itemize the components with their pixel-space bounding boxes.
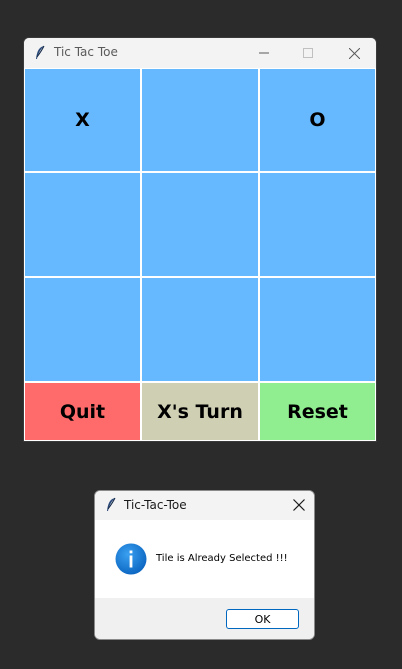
dialog-title: Tic-Tac-Toe	[124, 498, 187, 512]
minimize-button[interactable]	[242, 38, 286, 68]
dialog-titlebar[interactable]: Tic-Tac-Toe	[95, 491, 314, 520]
board-cell-1-0[interactable]	[24, 172, 141, 277]
board-cell-2-1[interactable]	[141, 277, 259, 382]
board-cell-1-1[interactable]	[141, 172, 259, 277]
ok-button[interactable]: OK	[226, 609, 299, 629]
quit-button[interactable]: Quit	[24, 382, 141, 441]
board-cell-1-2[interactable]	[259, 172, 376, 277]
feather-icon	[105, 497, 117, 517]
dialog-close-button[interactable]	[284, 491, 314, 520]
maximize-icon	[303, 48, 313, 58]
dialog-footer: OK	[95, 598, 314, 639]
dialog-message: Tile is Already Selected !!!	[156, 553, 288, 564]
board-cell-2-2[interactable]	[259, 277, 376, 382]
board-cell-0-2[interactable]: O	[259, 68, 376, 172]
window-titlebar[interactable]: Tic Tac Toe	[24, 38, 376, 68]
info-dialog: Tic-Tac-Toe Tile is Already Selected !!!…	[94, 490, 315, 640]
board-cell-2-0[interactable]	[24, 277, 141, 382]
close-button[interactable]	[332, 38, 376, 68]
dialog-body: Tile is Already Selected !!!	[95, 520, 314, 598]
board-cell-0-1[interactable]	[141, 68, 259, 172]
maximize-button[interactable]	[286, 38, 330, 68]
board-cell-0-0[interactable]: X	[24, 68, 141, 172]
turn-indicator-button[interactable]: X's Turn	[141, 382, 259, 441]
minimize-icon	[259, 48, 269, 58]
close-icon	[348, 47, 360, 59]
feather-icon	[34, 45, 46, 61]
desktop: Tic Tac Toe X O Quit X's Turn Reset Tic-…	[0, 0, 402, 669]
window-title: Tic Tac Toe	[54, 45, 118, 59]
reset-button[interactable]: Reset	[259, 382, 376, 441]
main-window: Tic Tac Toe X O Quit X's Turn Reset	[23, 37, 377, 442]
game-board: X O Quit X's Turn Reset	[24, 68, 376, 441]
info-icon	[115, 543, 147, 575]
close-icon	[293, 496, 305, 515]
